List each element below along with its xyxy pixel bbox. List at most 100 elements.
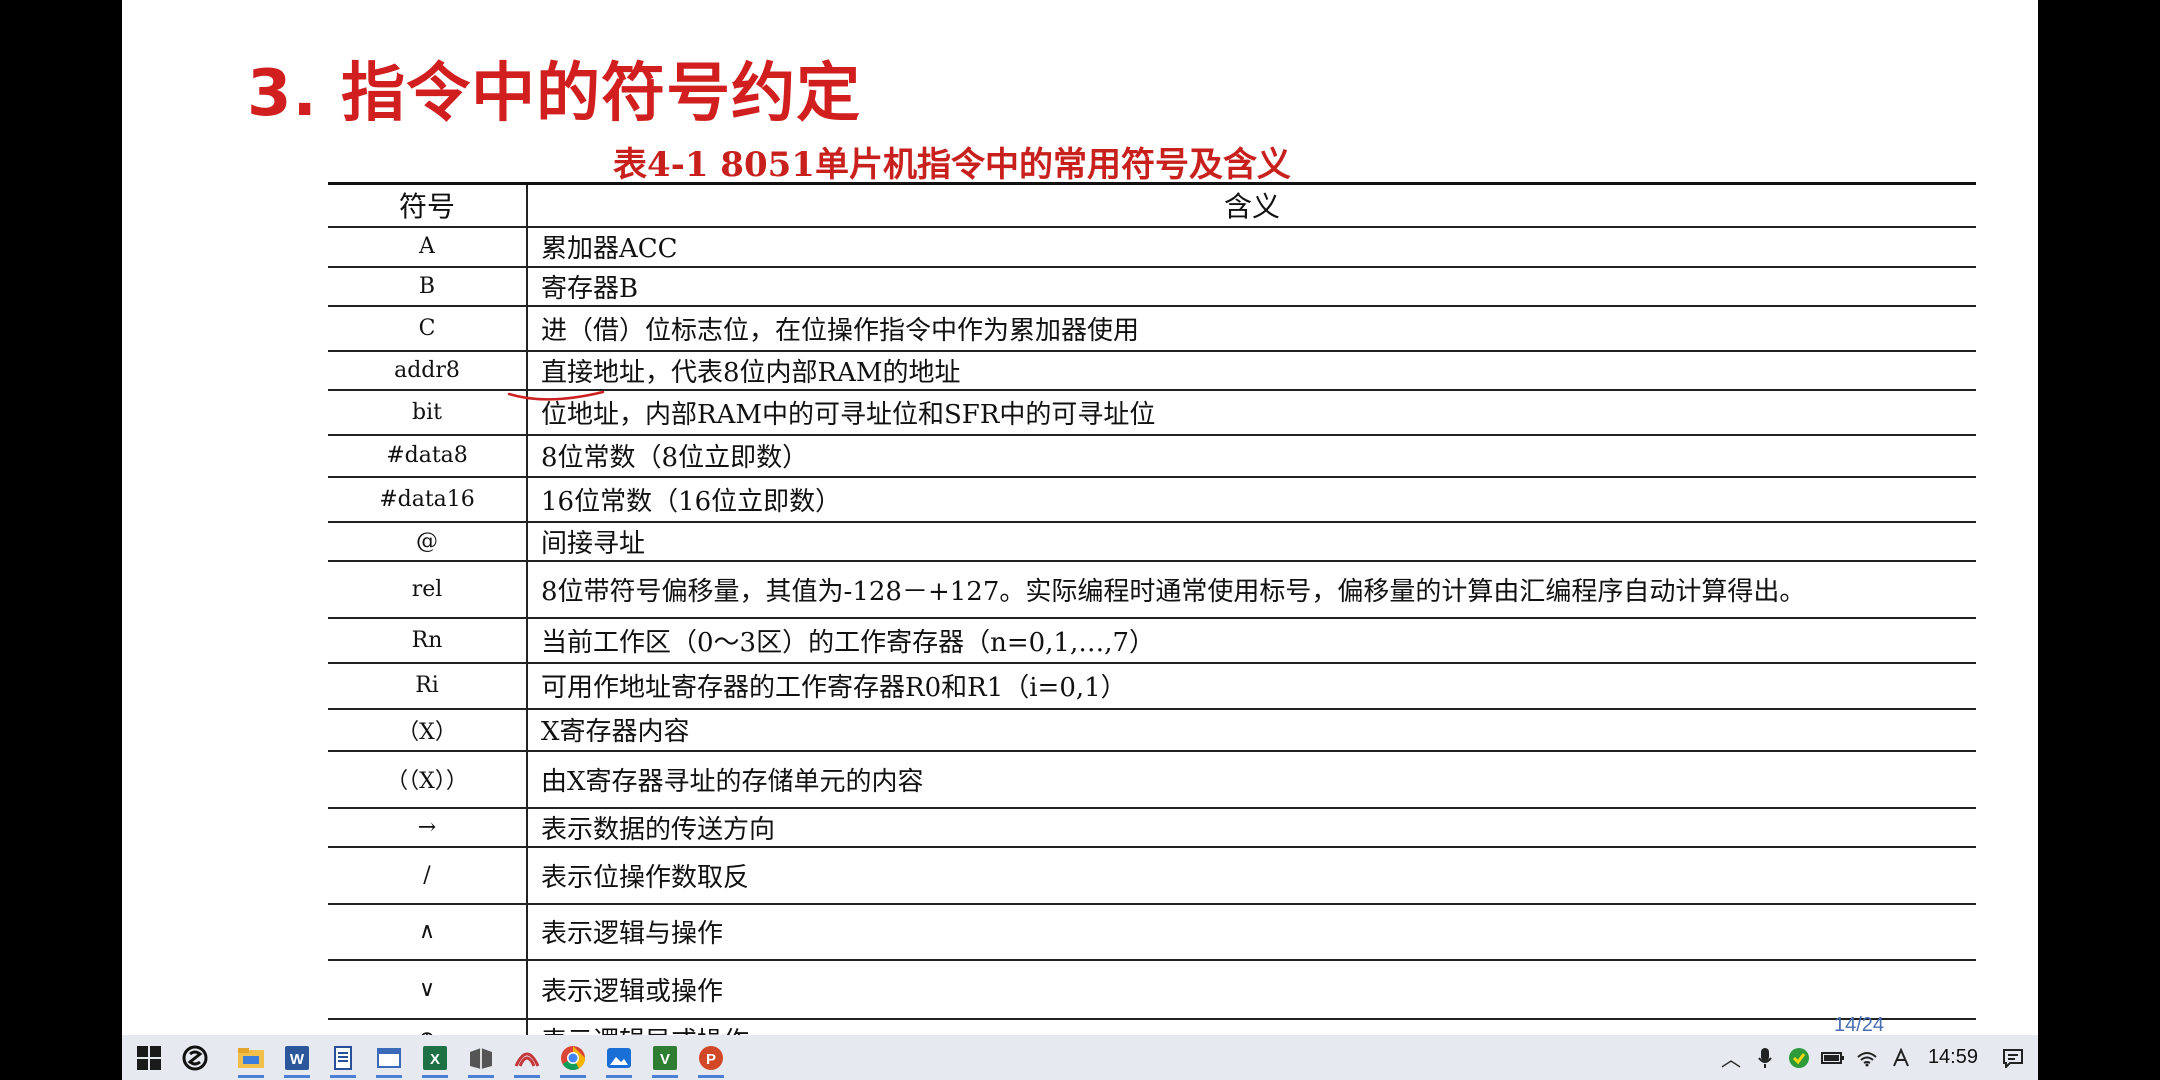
svg-text:X: X	[430, 1051, 440, 1068]
table-row: addr8 直接地址，代表8位内部RAM的地址	[328, 349, 1976, 390]
table-row: （（X）） 由X寄存器寻址的存储单元的内容	[328, 749, 1976, 808]
system-tray: ︿ 14:59	[1714, 1035, 2038, 1080]
slide-title: 3. 指令中的符号约定	[247, 57, 862, 131]
table-row: C 进（借）位标志位，在位操作指令中作为累加器使用	[328, 304, 1976, 351]
meaning-cell: 位地址，内部RAM中的可寻址位和SFR中的可寻址位	[527, 388, 1976, 435]
symbol-cell: @	[328, 520, 528, 561]
meaning-cell: 累加器ACC	[527, 225, 1976, 267]
tray-app-green[interactable]	[1782, 1035, 1816, 1080]
tray-wifi[interactable]	[1850, 1035, 1884, 1080]
table-row: / 表示位操作数取反	[328, 845, 1976, 904]
taskbar-word[interactable]: W	[274, 1035, 320, 1080]
table-row: Rn 当前工作区（0～3区）的工作寄存器（n=0,1,…,7）	[328, 616, 1976, 663]
chrome-icon	[561, 1045, 585, 1070]
taskbar-excel[interactable]: X	[412, 1035, 458, 1080]
app-window-icon	[377, 1047, 401, 1068]
meaning-cell: 进（借）位标志位，在位操作指令中作为累加器使用	[527, 304, 1976, 351]
taskbar-app-doc[interactable]	[320, 1035, 366, 1080]
meaning-cell: 直接地址，代表8位内部RAM的地址	[527, 349, 1976, 390]
meaning-cell: 可用作地址寄存器的工作寄存器R0和R1（i=0,1）	[527, 661, 1976, 709]
tray-battery[interactable]	[1816, 1035, 1850, 1080]
app-v-icon: V	[653, 1045, 677, 1070]
taskbar-app-window[interactable]	[366, 1035, 412, 1080]
taskbar-powerpoint[interactable]: P	[688, 1035, 734, 1080]
symbol-cell: ∧	[328, 902, 528, 960]
meaning-cell: 表示逻辑与操作	[527, 902, 1976, 960]
symbol-cell: #data8	[328, 433, 528, 477]
symbol-cell: ∨	[328, 958, 528, 1019]
table-row: B 寄存器B	[328, 265, 1976, 306]
header-meaning: 含义	[527, 182, 1976, 228]
meaning-cell: 8位常数（8位立即数）	[527, 433, 1976, 477]
start-button[interactable]	[126, 1035, 172, 1080]
taskbar-app-s[interactable]	[172, 1035, 218, 1080]
symbol-cell: （（X））	[328, 749, 528, 808]
table-row: （X） X寄存器内容	[328, 707, 1976, 751]
table-row: #data8 8位常数（8位立即数）	[328, 433, 1976, 477]
taskbar: W X V P ︿ 14:59	[122, 1035, 2038, 1080]
header-symbol: 符号	[328, 182, 528, 228]
symbol-cell: →	[328, 806, 528, 847]
battery-icon	[1820, 1051, 1844, 1064]
table-row: Ri 可用作地址寄存器的工作寄存器R0和R1（i=0,1）	[328, 661, 1976, 709]
app-book-icon	[470, 1047, 492, 1069]
symbol-cell: /	[328, 845, 528, 904]
slide: 3. 指令中的符号约定 表4-1 8051单片机指令中的常用符号及含义 符号 含…	[122, 0, 2038, 1035]
taskbar-app-photo[interactable]	[596, 1035, 642, 1080]
notification-center-button[interactable]	[1996, 1035, 2030, 1080]
meaning-cell: X寄存器内容	[527, 707, 1976, 751]
taskbar-clock[interactable]: 14:59	[1918, 1046, 1996, 1069]
meaning-cell: 8位带符号偏移量，其值为-128－+127。实际编程时通常使用标号，偏移量的计算…	[527, 559, 1976, 618]
table-row: ⊕表示逻辑异或操作	[328, 1017, 1976, 1035]
symbol-table: 符号 含义 A 累加器ACC B 寄存器B C 进（借）位标志位，在位操作指令中作为累…	[328, 182, 1976, 1035]
tray-microphone[interactable]	[1748, 1035, 1782, 1080]
svg-text:V: V	[660, 1051, 670, 1068]
symbol-cell: B	[328, 265, 528, 306]
svg-text:W: W	[290, 1051, 305, 1068]
meaning-cell: 当前工作区（0～3区）的工作寄存器（n=0,1,…,7）	[527, 616, 1976, 663]
table-row: ∨ 表示逻辑或操作	[328, 958, 1976, 1019]
taskbar-app-book[interactable]	[458, 1035, 504, 1080]
svg-text:P: P	[706, 1051, 716, 1068]
table-caption: 表4-1 8051单片机指令中的常用符号及含义	[613, 145, 1291, 185]
tray-input-method[interactable]	[1884, 1035, 1918, 1080]
app-s-icon	[182, 1045, 208, 1070]
tray-overflow-button[interactable]: ︿	[1714, 1035, 1748, 1080]
table-row: → 表示数据的传送方向	[328, 806, 1976, 847]
pen-annotation-underline	[507, 390, 605, 401]
taskbar-chrome[interactable]	[550, 1035, 596, 1080]
meaning-cell: 寄存器B	[527, 265, 1976, 306]
app-photo-icon	[607, 1047, 631, 1068]
symbol-cell: Ri	[328, 661, 528, 709]
symbol-cell: rel	[328, 559, 528, 618]
table-row: A 累加器ACC	[328, 225, 1976, 267]
taskbar-app-reader[interactable]	[504, 1035, 550, 1080]
taskbar-app-v[interactable]: V	[642, 1035, 688, 1080]
app-reader-icon	[514, 1052, 540, 1067]
table-row: @ 间接寻址	[328, 520, 1976, 561]
meaning-cell: 表示逻辑或操作	[527, 958, 1976, 1019]
symbol-cell: ⊕	[328, 1017, 528, 1035]
page-number: 14/24	[1834, 1014, 1885, 1035]
app-doc-icon	[334, 1045, 352, 1070]
word-icon: W	[285, 1045, 309, 1070]
table-row: rel 8位带符号偏移量，其值为-128－+127。实际编程时通常使用标号，偏移量…	[328, 559, 1976, 618]
meaning-cell: 间接寻址	[527, 520, 1976, 561]
symbol-cell: bit	[328, 388, 528, 435]
table-header-row: 符号 含义	[328, 182, 1976, 228]
input-method-icon	[1893, 1047, 1909, 1066]
symbol-cell: #data16	[328, 475, 528, 522]
symbol-cell: A	[328, 225, 528, 267]
wifi-icon	[1857, 1051, 1877, 1066]
excel-icon: X	[423, 1045, 447, 1070]
table-row: ∧ 表示逻辑与操作	[328, 902, 1976, 960]
notification-icon	[2003, 1048, 2023, 1068]
meaning-cell: 表示逻辑异或操作	[527, 1017, 1976, 1035]
symbol-cell: C	[328, 304, 528, 351]
file-explorer-icon	[238, 1047, 264, 1068]
symbol-cell: （X）	[328, 707, 528, 751]
microphone-icon	[1758, 1047, 1772, 1068]
windows-start-icon	[137, 1045, 161, 1070]
symbol-cell: addr8	[328, 349, 528, 390]
taskbar-file-explorer[interactable]	[228, 1035, 274, 1080]
